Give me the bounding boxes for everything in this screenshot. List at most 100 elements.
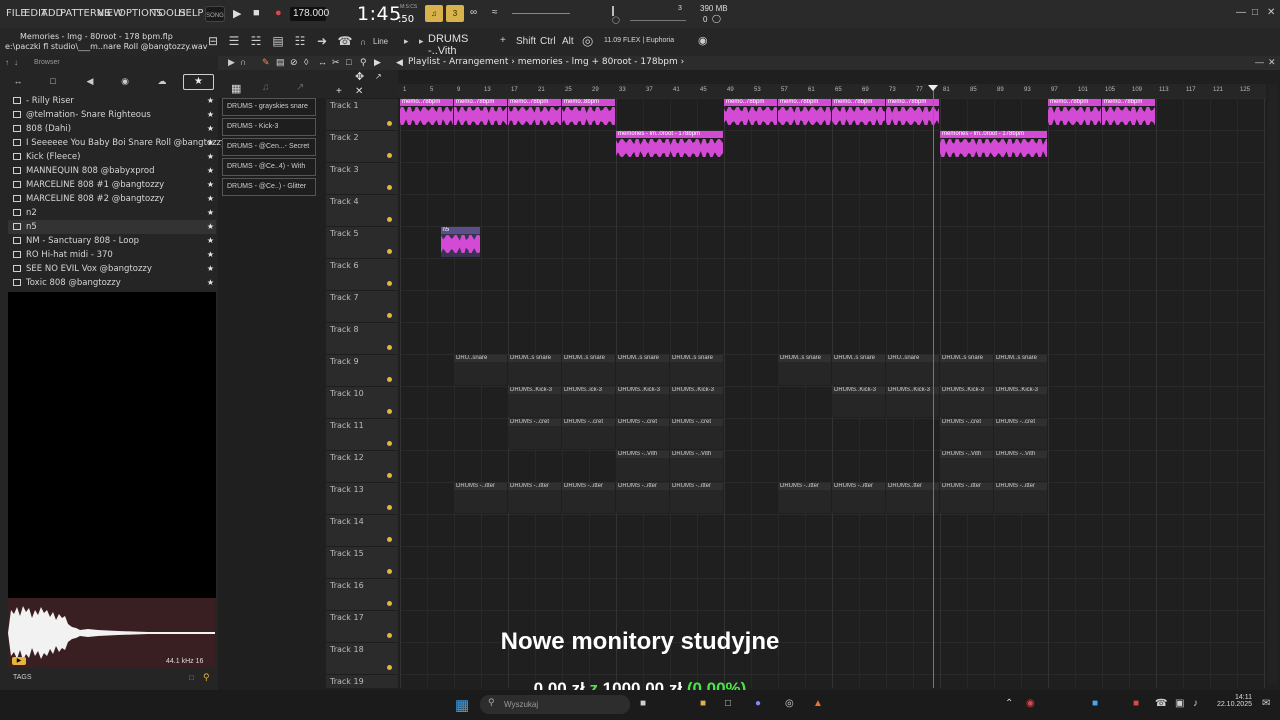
discord-icon[interactable]: ●	[755, 698, 761, 709]
alt-key-toggle[interactable]: Alt	[562, 36, 574, 47]
tray-app3-icon[interactable]: ■	[1133, 698, 1139, 709]
audio-clip[interactable]: memories - lm..0root - 178bpm	[940, 131, 1047, 161]
pattern-clip[interactable]: DRUMS..tter	[886, 483, 939, 513]
track-header[interactable]: Track 10	[326, 386, 398, 418]
browser-tab-files-icon[interactable]: □	[43, 76, 63, 89]
track-mute-led[interactable]	[387, 441, 392, 446]
magnet-icon[interactable]: ∩	[360, 37, 366, 47]
browser-item[interactable]: n2 ★	[8, 206, 216, 220]
picker-auto-icon[interactable]: ↗	[296, 82, 304, 93]
pattern-clip[interactable]: DRUMS..Kick-3	[886, 387, 939, 417]
favorite-star-icon[interactable]: ★	[207, 122, 214, 136]
track-header[interactable]: Track 1	[326, 98, 398, 130]
add-track-icon[interactable]: +	[336, 86, 342, 97]
shift-key-toggle[interactable]: Shift	[516, 36, 536, 47]
master-volume-slider[interactable]	[512, 13, 570, 14]
pattern-clip[interactable]: DRUM..s snare	[562, 355, 615, 385]
track-mute-led[interactable]	[387, 409, 392, 414]
pattern-add-icon[interactable]: +	[500, 35, 506, 46]
taskbar-search[interactable]: Wyszukaj	[480, 695, 630, 714]
record-icon[interactable]: ●	[275, 7, 282, 19]
pattern-clip[interactable]: DRUMS -..cret	[616, 419, 669, 449]
master-pitch-knob[interactable]	[612, 6, 614, 16]
track-header[interactable]: Track 6	[326, 258, 398, 290]
pattern-clip[interactable]: DRUMS -..itter	[778, 483, 831, 513]
browser-item[interactable]: 808 (Dahi) ★	[8, 122, 216, 136]
pattern-picker-icon[interactable]: ▦	[231, 82, 241, 95]
timeline-ruler[interactable]: 1 5 9 13 17 21 25 29 33 37 41 45 49 53 57 61 65 69 73 77 81 8…	[398, 84, 1266, 98]
song-mode-toggle[interactable]: SONG	[205, 6, 225, 22]
browser-item[interactable]: NM - Sanctuary 808 - Loop ★	[8, 234, 216, 248]
globe-icon[interactable]: ◉	[698, 34, 708, 47]
snap-icon[interactable]: ⊟	[205, 33, 221, 49]
browser-item[interactable]: - Rilly Riser ★	[8, 94, 216, 108]
mute-tool-icon[interactable]: ◊	[304, 57, 308, 67]
preview-play-icon[interactable]: ▶	[12, 657, 26, 665]
playlist-close-icon[interactable]: ✕	[1268, 57, 1276, 68]
track-lane[interactable]	[400, 322, 1266, 354]
playlist-scrollbar[interactable]	[1268, 84, 1278, 684]
audio-clip[interactable]: memories - lm..0root - 178bpm	[616, 131, 723, 161]
track-mute-led[interactable]	[387, 601, 392, 606]
browser-tab-world-icon[interactable]: ◉	[115, 76, 135, 89]
pattern-clip[interactable]: DRUM..s snare	[778, 355, 831, 385]
audio-clip[interactable]: memo..78bpm	[1048, 99, 1101, 129]
audio-clip[interactable]: memo..8bpm	[562, 99, 615, 129]
track-lane[interactable]	[400, 194, 1266, 226]
volume-icon[interactable]: ♪	[1193, 698, 1198, 709]
browser-nav-icon[interactable]: ↑	[5, 58, 9, 67]
channel-rack-icon[interactable]: ▤	[270, 33, 286, 49]
favorite-star-icon[interactable]: ★	[207, 94, 214, 108]
pattern-clip[interactable]: DRUM..s snare	[508, 355, 561, 385]
pattern-clip[interactable]: DRUMS..Kick-3	[832, 387, 885, 417]
tempo-display[interactable]: 178.000	[290, 7, 329, 21]
metronome-button[interactable]: ♫	[425, 5, 443, 22]
favorite-star-icon[interactable]: ★	[207, 206, 214, 220]
pattern-clip[interactable]: DRUMS -..itter	[994, 483, 1047, 513]
notifications-icon[interactable]: ✉	[1262, 698, 1270, 709]
countdown-button[interactable]: 3	[446, 5, 464, 22]
audio-clip[interactable]: memo..78bpm	[724, 99, 777, 129]
pattern-clip[interactable]: DRUM..s snare	[670, 355, 723, 385]
track-header[interactable]: Track 11	[326, 418, 398, 450]
pattern-clip[interactable]: DRUMS -..itter	[454, 483, 507, 513]
track-header[interactable]: Track 12	[326, 450, 398, 482]
pattern-clip[interactable]: DRUMS -..itter	[832, 483, 885, 513]
fl-studio-icon[interactable]: ▲	[813, 698, 823, 709]
pattern-clip[interactable]: DRUMS..Kick-3	[508, 387, 561, 417]
resize-icon[interactable]: ↗	[375, 72, 382, 81]
pattern-clip[interactable]: DRUMS -..itter	[562, 483, 615, 513]
browser-item[interactable]: Toxic 808 @bangtozzy ★	[8, 276, 216, 290]
audio-clip[interactable]: memo..78bpm	[886, 99, 939, 129]
pattern-clip[interactable]: DRUM..s snare	[616, 355, 669, 385]
browser-item[interactable]: RO Hi-hat midi - 370 ★	[8, 248, 216, 262]
picker-audio-icon[interactable]: ♫	[262, 82, 270, 93]
pattern-picker-item[interactable]: DRUMS - @Ce..) - Glitter	[222, 178, 316, 196]
browser-tab-favorites-icon[interactable]: ★	[183, 74, 214, 90]
paint-tool-icon[interactable]: ▤	[276, 57, 285, 68]
playhead-marker[interactable]	[928, 85, 939, 91]
piano-roll-icon[interactable]: ☵	[248, 33, 264, 49]
pattern-clip[interactable]: DRUMS..ick-3	[562, 387, 615, 417]
typing-keyboard-icon[interactable]: ≈	[492, 7, 498, 18]
track-lane[interactable]	[400, 290, 1266, 322]
favorite-star-icon[interactable]: ★	[207, 262, 214, 276]
track-header[interactable]: Track 8	[326, 322, 398, 354]
pattern-prev-icon[interactable]: ▸	[419, 36, 424, 47]
delete-tool-icon[interactable]: ⊘	[290, 57, 298, 68]
audio-clip[interactable]: memo..78bpm	[508, 99, 561, 129]
track-mute-led[interactable]	[387, 185, 392, 190]
ctrl-key-toggle[interactable]: Ctrl	[540, 36, 556, 47]
track-mute-led[interactable]	[387, 537, 392, 542]
track-lane[interactable]	[400, 130, 1266, 162]
track-mute-led[interactable]	[387, 121, 392, 126]
playlist-grid[interactable]: memo..78bpm memo..78bpm memo..78bpm memo..8…	[400, 98, 1266, 688]
select-tool-icon[interactable]: □	[346, 57, 351, 67]
close-icon[interactable]: ✕	[1267, 7, 1275, 18]
pattern-picker-item[interactable]: DRUMS - grayskies snare	[222, 98, 316, 116]
favorite-star-icon[interactable]: ★	[207, 192, 214, 206]
browser-icon[interactable]: ◎	[785, 698, 794, 709]
favorite-star-icon[interactable]: ★	[207, 276, 214, 290]
playlist-minimize-icon[interactable]: —	[1255, 57, 1264, 67]
zoom-tool-icon[interactable]: ⚲	[360, 57, 367, 68]
